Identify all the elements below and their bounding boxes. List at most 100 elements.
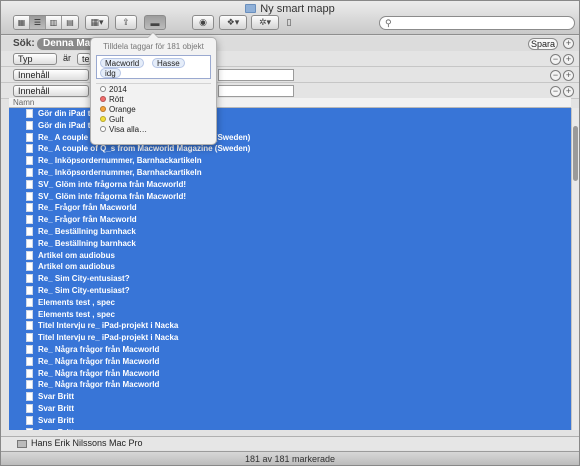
quick-look-button[interactable]: ◉ bbox=[192, 15, 214, 30]
tag-item-show-all[interactable]: Visa alla… bbox=[100, 125, 147, 135]
list-item[interactable]: Re_ Inköpsordernummer, Barnhackartikeln bbox=[9, 167, 571, 178]
vertical-scrollbar[interactable] bbox=[571, 108, 579, 430]
remove-criterion-button[interactable]: − bbox=[550, 70, 561, 81]
list-item[interactable]: Re_ Några frågor från Macworld bbox=[9, 368, 571, 379]
popover-title: Tilldela taggar för 181 objekt bbox=[103, 42, 204, 51]
document-icon bbox=[26, 144, 33, 154]
list-item-name: Re_ Inköpsordernummer, Barnhackartikeln bbox=[38, 168, 202, 177]
file-list[interactable]: Gör din iPad ti Gör din iPad ti Re_ A coup… bbox=[9, 108, 571, 430]
list-item[interactable]: Re_ Frågor från Macworld bbox=[9, 202, 571, 213]
window-title: Ny smart mapp bbox=[1, 3, 579, 15]
attribute-popup[interactable]: Innehåll bbox=[13, 69, 89, 81]
dropbox-button[interactable]: ❖▾ bbox=[219, 15, 247, 30]
criterion-text-field[interactable] bbox=[218, 69, 294, 81]
arrange-button[interactable]: ▦▾ bbox=[85, 15, 109, 30]
document-icon bbox=[26, 227, 33, 236]
add-criterion-button[interactable]: + bbox=[563, 38, 574, 49]
list-item[interactable]: SV_ Glöm inte frågorna från Macworld! bbox=[9, 191, 571, 202]
list-item-name: Re_ Sim City-entusiast? bbox=[38, 274, 130, 284]
add-criterion-button[interactable]: + bbox=[563, 70, 574, 81]
gear-icon: ✲▾ bbox=[258, 17, 272, 27]
tag-icon: ▬ bbox=[150, 17, 160, 28]
computer-icon bbox=[17, 440, 27, 448]
list-item[interactable]: Re_ Sim City-entusiast? bbox=[9, 273, 571, 284]
list-item[interactable]: Re_ A couple of Q_s from Macworld Magazi… bbox=[9, 143, 571, 154]
list-item[interactable]: Re_ Några frågor från Macworld bbox=[9, 356, 571, 367]
attribute-popup-label: Typ bbox=[18, 54, 33, 64]
list-item[interactable]: Svar Britt bbox=[9, 391, 571, 402]
list-item[interactable]: Artikel om audiobus bbox=[9, 250, 571, 261]
list-item-name: Re_ Frågor från Macworld bbox=[38, 203, 137, 213]
tag-chip[interactable]: Hasse bbox=[152, 58, 185, 68]
list-item-name: Gör din iPad ti bbox=[38, 120, 93, 130]
list-view-icon[interactable]: ☰ bbox=[30, 16, 46, 29]
list-item-name: Re_ Beställning barnhack bbox=[38, 227, 136, 236]
list-item[interactable]: Re_ Frågor från Macworld bbox=[9, 214, 571, 225]
list-item-name: Gör din iPad ti bbox=[38, 109, 93, 118]
list-item-name: Artikel om audiobus bbox=[38, 250, 115, 260]
list-item[interactable]: Re_ Beställning barnhack bbox=[9, 226, 571, 237]
action-button[interactable]: ✲▾ bbox=[251, 15, 279, 30]
save-button[interactable]: Spara bbox=[528, 38, 558, 50]
tag-item-2014[interactable]: 2014 bbox=[100, 85, 127, 95]
list-item[interactable]: Re_ Sim City-entusiast? bbox=[9, 285, 571, 296]
tag-item-label: Rött bbox=[109, 95, 124, 104]
tag-color-dot-icon bbox=[100, 86, 106, 92]
attribute-popup[interactable]: Typ bbox=[13, 53, 57, 65]
tag-chip[interactable]: Macworld bbox=[100, 58, 145, 68]
list-item[interactable]: Re_ Inköpsordernummer, Barnhackartikeln bbox=[9, 155, 571, 166]
icon-view-icon[interactable]: ▦ bbox=[14, 16, 30, 29]
list-item[interactable]: Artikel om audiobus bbox=[9, 261, 571, 272]
tag-item-orange[interactable]: Orange bbox=[100, 105, 136, 115]
criterion-row: Innehåll − + bbox=[1, 83, 579, 99]
list-item[interactable]: Re_ Några frågor från Macworld bbox=[9, 344, 571, 355]
document-icon bbox=[26, 404, 33, 413]
list-item[interactable]: Svar Britt bbox=[9, 415, 571, 426]
document-icon bbox=[26, 415, 33, 425]
list-item[interactable]: Svar Britt bbox=[9, 403, 571, 414]
arrange-icon: ▦▾ bbox=[90, 17, 104, 27]
list-item[interactable]: Elements test , spec bbox=[9, 297, 571, 308]
column-view-icon[interactable]: ▥ bbox=[46, 16, 62, 29]
document-icon bbox=[26, 345, 33, 354]
tags-button[interactable]: ▬ bbox=[144, 15, 166, 30]
list-item-name: Svar Britt bbox=[38, 392, 75, 402]
document-icon bbox=[26, 286, 33, 295]
document-icon bbox=[26, 356, 33, 366]
list-item[interactable]: Svar Britt bbox=[9, 427, 571, 430]
document-tool-icon: ▯ bbox=[286, 17, 292, 27]
scrollbar-thumb[interactable] bbox=[573, 126, 578, 181]
list-item[interactable]: Titel Intervju re_ iPad-projekt i Nacka bbox=[9, 332, 571, 343]
list-item[interactable]: Re_ Några frågor från Macworld bbox=[9, 379, 571, 390]
list-item[interactable]: Elements test , spec bbox=[9, 309, 571, 320]
list-item[interactable]: SV_ Glöm inte frågorna från Macworld! bbox=[9, 179, 571, 190]
attribute-popup[interactable]: Innehåll bbox=[13, 85, 89, 97]
list-item-name: Re_ Några frågor från Macworld bbox=[38, 345, 160, 354]
share-button[interactable]: ⇪ bbox=[115, 15, 137, 30]
tag-chip[interactable]: idg bbox=[100, 68, 121, 78]
share-icon: ⇪ bbox=[122, 17, 130, 27]
list-item[interactable]: Re_ Beställning barnhack bbox=[9, 238, 571, 249]
tag-color-dot-icon bbox=[100, 126, 106, 132]
tag-item-yellow[interactable]: Gult bbox=[100, 115, 124, 125]
add-criterion-button[interactable]: + bbox=[563, 86, 574, 97]
add-criterion-button[interactable]: + bbox=[563, 54, 574, 65]
popover-separator bbox=[96, 83, 211, 84]
coverflow-view-icon[interactable]: ▤ bbox=[62, 16, 78, 29]
path-location[interactable]: Hans Erik Nilssons Mac Pro bbox=[31, 438, 143, 448]
list-item-name: Svar Britt bbox=[38, 415, 75, 425]
tag-input-field[interactable]: Macworld Hasse idg bbox=[96, 55, 211, 79]
criterion-row: Innehåll − + bbox=[1, 67, 579, 83]
remove-criterion-button[interactable]: − bbox=[550, 54, 561, 65]
tag-color-dot-icon bbox=[100, 106, 106, 112]
tag-item-red[interactable]: Rött bbox=[100, 95, 124, 105]
remove-criterion-button[interactable]: − bbox=[550, 86, 561, 97]
value-popup[interactable]: tex bbox=[77, 53, 94, 65]
search-input[interactable]: ⚲ bbox=[379, 16, 575, 30]
tool-button[interactable]: ▯ bbox=[282, 15, 296, 30]
document-icon bbox=[26, 321, 33, 331]
list-item[interactable]: Titel Intervju re_ iPad-projekt i Nacka bbox=[9, 320, 571, 331]
criterion-text-field[interactable] bbox=[218, 85, 294, 97]
document-icon bbox=[26, 191, 33, 201]
tag-item-label: Orange bbox=[109, 105, 136, 114]
